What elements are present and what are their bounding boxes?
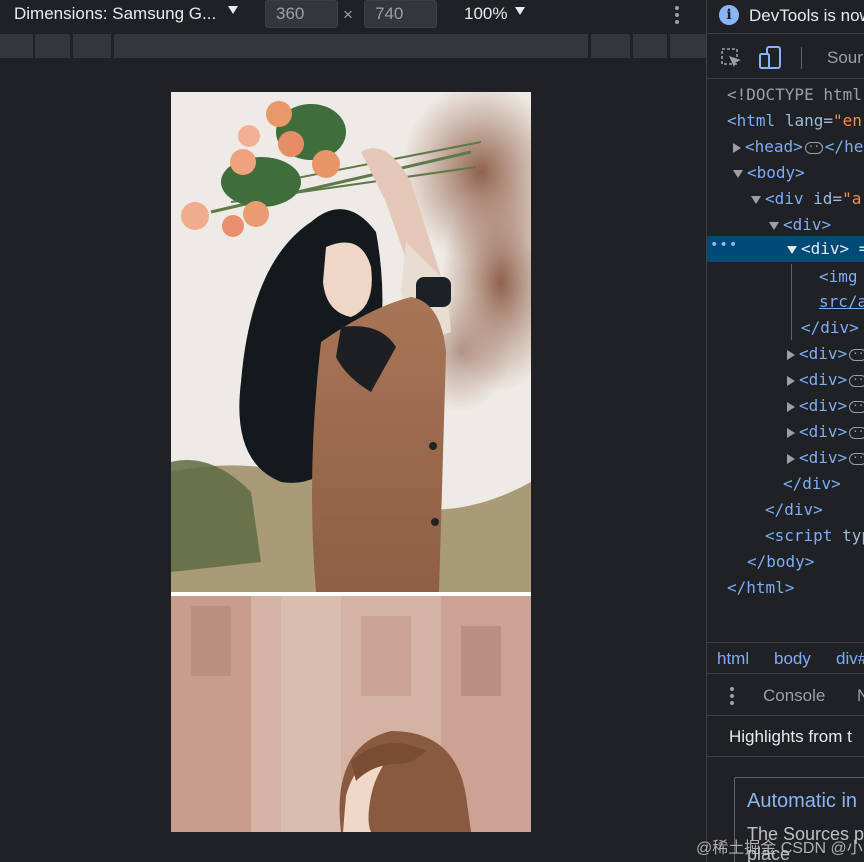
dom-html[interactable]: <html lang="en bbox=[727, 108, 862, 134]
expand-icon[interactable] bbox=[787, 401, 795, 412]
collapsed-content-icon[interactable] bbox=[849, 445, 864, 471]
height-input[interactable]: 740 bbox=[364, 0, 437, 28]
highlights-header: Highlights from t bbox=[707, 717, 864, 757]
media-query-segment[interactable] bbox=[114, 34, 588, 58]
zoom-dropdown[interactable]: 100% bbox=[464, 4, 507, 24]
collapse-icon[interactable] bbox=[751, 195, 761, 204]
devtools-panel: i DevTools is now Sour ••• <!DOCTYPE htm… bbox=[706, 0, 864, 862]
info-text: DevTools is now bbox=[749, 6, 864, 25]
inspect-element-icon[interactable] bbox=[721, 48, 743, 70]
collapsed-content-icon[interactable] bbox=[849, 341, 864, 367]
media-query-segment[interactable] bbox=[73, 34, 111, 58]
dom-div-collapsed[interactable]: <div> bbox=[787, 393, 864, 419]
tab-console[interactable]: Console bbox=[763, 686, 825, 706]
device-toolbar: Dimensions: Samsung G... 360 × 740 100% bbox=[0, 0, 706, 32]
expand-icon[interactable] bbox=[733, 142, 741, 153]
dom-div-collapsed[interactable]: <div> bbox=[787, 367, 864, 393]
zoom-caret-icon[interactable] bbox=[515, 7, 525, 15]
dom-doctype[interactable]: <!DOCTYPE html bbox=[727, 82, 862, 108]
dom-body-close[interactable]: </body> bbox=[747, 549, 814, 575]
dimensions-caret-icon[interactable] bbox=[228, 6, 238, 14]
device-viewport[interactable] bbox=[171, 92, 531, 832]
collapse-icon[interactable] bbox=[733, 169, 743, 178]
expand-icon[interactable] bbox=[787, 349, 795, 360]
media-query-segment[interactable] bbox=[0, 34, 33, 58]
toolbar-separator bbox=[801, 47, 802, 69]
media-query-segment[interactable] bbox=[670, 34, 706, 58]
breadcrumb-div[interactable]: div# bbox=[836, 649, 864, 669]
devtools-toolbar: Sour bbox=[707, 35, 864, 79]
dom-img-src[interactable]: src/a bbox=[819, 289, 864, 315]
collapse-icon[interactable] bbox=[769, 221, 779, 230]
media-query-segment[interactable] bbox=[591, 34, 630, 58]
dom-img[interactable]: <img bbox=[819, 264, 858, 290]
tree-guide-line bbox=[791, 264, 792, 340]
elements-tree: ••• <!DOCTYPE html <html lang="en <head>… bbox=[707, 82, 864, 642]
expand-icon[interactable] bbox=[787, 375, 795, 386]
photo-woman-roses bbox=[171, 92, 531, 592]
dom-div-collapsed[interactable]: <div> bbox=[787, 445, 864, 471]
dom-script[interactable]: <script typ bbox=[765, 523, 864, 549]
dom-body[interactable]: <body> bbox=[733, 160, 805, 186]
dom-div-collapsed[interactable]: <div> bbox=[787, 341, 864, 367]
info-icon: i bbox=[719, 5, 739, 25]
dom-div-close[interactable]: </div> bbox=[783, 471, 841, 497]
breadcrumb-body[interactable]: body bbox=[774, 649, 811, 669]
breadcrumb-html[interactable]: html bbox=[717, 649, 749, 669]
dom-div-app[interactable]: <div id="a bbox=[751, 186, 861, 212]
collapse-icon[interactable] bbox=[787, 245, 797, 254]
width-input[interactable]: 360 bbox=[265, 0, 338, 28]
media-query-segment[interactable] bbox=[633, 34, 667, 58]
expand-icon[interactable] bbox=[787, 453, 795, 464]
collapsed-content-icon[interactable] bbox=[849, 367, 864, 393]
browser-window: Dimensions: Samsung G... 360 × 740 100% bbox=[0, 0, 864, 862]
dimension-separator: × bbox=[343, 5, 353, 24]
dom-div-selected[interactable]: <div> = bbox=[787, 236, 864, 262]
dom-head[interactable]: <head></he bbox=[733, 134, 863, 160]
drawer-tabs: Console N bbox=[707, 676, 864, 716]
dom-div-inner[interactable]: <div> bbox=[769, 212, 831, 238]
photo-woman-building bbox=[171, 596, 531, 832]
dimensions-dropdown[interactable]: Dimensions: Samsung G... bbox=[14, 4, 216, 24]
devtools-info-bar: i DevTools is now bbox=[707, 0, 864, 34]
more-options-icon[interactable] bbox=[672, 4, 682, 26]
drawer-menu-icon[interactable] bbox=[729, 685, 735, 707]
device-toolbar-toggle-icon[interactable] bbox=[759, 46, 783, 70]
tab-network-conditions[interactable]: N bbox=[857, 686, 864, 706]
collapsed-content-icon[interactable] bbox=[849, 393, 864, 419]
card-title[interactable]: Automatic in bbox=[747, 790, 857, 813]
dom-html-close[interactable]: </html> bbox=[727, 575, 794, 601]
media-query-segment[interactable] bbox=[35, 34, 70, 58]
node-actions-icon[interactable]: ••• bbox=[710, 237, 738, 253]
media-query-bar[interactable] bbox=[0, 34, 706, 58]
collapsed-content-icon[interactable] bbox=[804, 134, 825, 160]
breadcrumb: html body div# bbox=[707, 642, 864, 674]
dom-div-close[interactable]: </div> bbox=[801, 315, 859, 341]
dom-div-collapsed[interactable]: <div> bbox=[787, 419, 864, 445]
expand-icon[interactable] bbox=[787, 427, 795, 438]
collapsed-content-icon[interactable] bbox=[849, 419, 864, 445]
watermark: @稀土掘金 CSDN @小满zs bbox=[696, 840, 864, 857]
dom-div-close[interactable]: </div> bbox=[765, 497, 823, 523]
tab-sources[interactable]: Sour bbox=[827, 48, 863, 68]
device-emulation-area: Dimensions: Samsung G... 360 × 740 100% bbox=[0, 0, 706, 862]
